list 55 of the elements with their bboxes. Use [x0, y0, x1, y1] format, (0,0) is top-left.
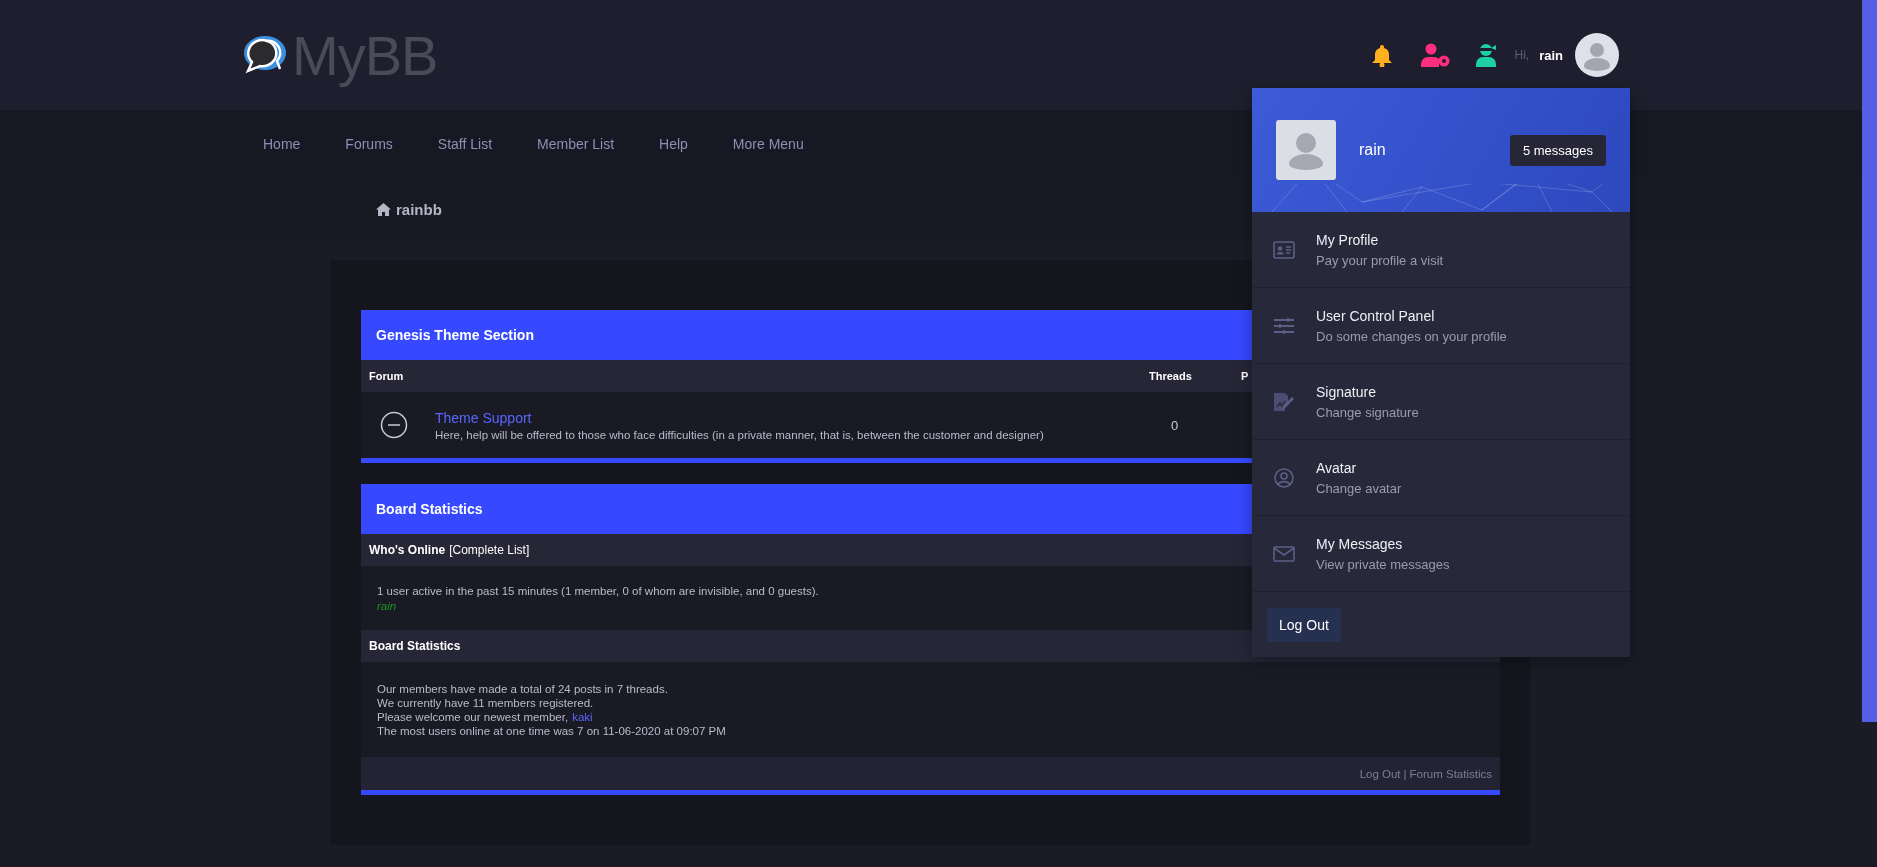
- scrollbar[interactable]: [1862, 0, 1877, 722]
- user-circle-icon: [1274, 467, 1294, 488]
- menu-item-title: My Profile: [1316, 231, 1380, 248]
- subheader-title: Who's Online: [369, 543, 446, 557]
- menu-item-subtitle: Change signature: [1316, 404, 1419, 420]
- breadcrumb-link[interactable]: rainbb: [396, 200, 442, 218]
- menu-item[interactable]: User Control Panel Do some changes on your profile: [1252, 288, 1630, 364]
- signature-icon: [1273, 391, 1295, 412]
- separator-text: |: [1403, 767, 1407, 780]
- nav-link[interactable]: Staff List: [437, 136, 493, 152]
- menu-item[interactable]: Avatar Change avatar: [1252, 440, 1630, 516]
- avatar-icon[interactable]: [1575, 33, 1619, 77]
- complete-list-link[interactable]: [Complete List]: [449, 543, 530, 557]
- statistics-line: Please welcome our newest member,: [377, 710, 569, 723]
- menu-item[interactable]: My Profile Pay your profile a visit: [1252, 212, 1630, 288]
- menu-item-subtitle: Pay your profile a visit: [1316, 252, 1444, 268]
- member-link[interactable]: kaki: [572, 710, 593, 723]
- ninja-icon[interactable]: [1475, 43, 1498, 67]
- bell-icon[interactable]: [1371, 43, 1394, 67]
- nav-link[interactable]: More Menu: [732, 136, 804, 152]
- column-header: Forum: [369, 370, 404, 382]
- minus-circle-icon: [380, 411, 408, 439]
- statistics-line: We currently have 11 members registered.: [377, 696, 595, 709]
- menu-item-title: User Control Panel: [1316, 307, 1436, 324]
- footer-link[interactable]: Forum Statistics: [1409, 767, 1492, 780]
- forum-description: Here, help will be offered to those who face difficulties (in a private manner, that is, between the customer and designer): [435, 428, 1044, 441]
- statistics-line: The most users online at one time was 7 on 11-06-2020 at 09:07 PM: [377, 724, 727, 737]
- column-header: P: [1241, 370, 1249, 382]
- menu-item[interactable]: Signature Change signature: [1252, 364, 1630, 440]
- username-link[interactable]: rain: [1539, 47, 1563, 63]
- profile-username: rain: [1359, 141, 1387, 159]
- online-summary: 1 user active in the past 15 minutes (1 member, 0 of whom are invisible, and 0 guests).: [377, 584, 820, 597]
- column-header: Threads: [1149, 370, 1192, 382]
- sliders-icon: [1273, 316, 1295, 335]
- menu-item-title: My Messages: [1316, 535, 1404, 552]
- greeting-text: Hi,: [1514, 48, 1530, 62]
- log-out-button[interactable]: Log Out: [1267, 607, 1341, 642]
- nav-link[interactable]: Forums: [345, 136, 393, 152]
- thread-count: 0: [1171, 417, 1179, 433]
- home-icon[interactable]: [376, 202, 391, 216]
- subheader-title: Board Statistics: [369, 639, 461, 653]
- nav-link[interactable]: Member List: [537, 136, 615, 152]
- forum-title-link[interactable]: Theme Support: [435, 409, 1044, 426]
- envelope-icon: [1273, 545, 1295, 562]
- nav-link[interactable]: Home: [263, 136, 301, 152]
- menu-item-title: Avatar: [1316, 459, 1358, 476]
- footer-link[interactable]: Log Out: [1359, 767, 1401, 780]
- menu-item-title: Signature: [1316, 383, 1377, 400]
- statistics-line: Our members have made a total of 24 posts in 7 threads.: [377, 682, 669, 695]
- messages-count-button[interactable]: 5 messages: [1509, 134, 1606, 166]
- menu-item-subtitle: View private messages: [1316, 556, 1450, 572]
- nav-link[interactable]: Help: [659, 136, 688, 152]
- menu-item[interactable]: My Messages View private messages: [1252, 516, 1630, 592]
- id-card-icon: [1273, 240, 1295, 259]
- user-gear-icon[interactable]: [1421, 43, 1452, 67]
